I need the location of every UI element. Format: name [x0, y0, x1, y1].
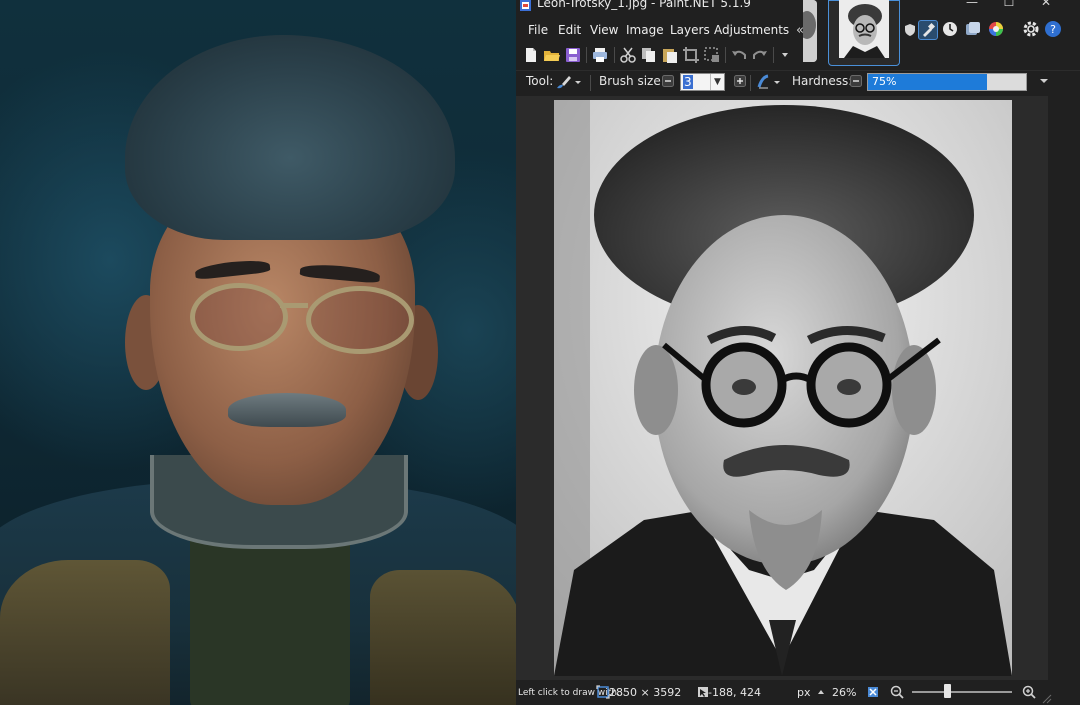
paintnet-app-icon [520, 0, 531, 11]
save-icon[interactable] [564, 46, 582, 64]
zoom-slider-track[interactable] [912, 691, 1012, 693]
brush-size-decrease-icon[interactable] [662, 75, 674, 87]
svg-text:?: ? [1050, 23, 1056, 36]
menu-adjustments[interactable]: Adjustments [714, 20, 789, 40]
maximize-icon: ☐ [1003, 0, 1015, 9]
print-icon[interactable] [591, 46, 609, 64]
paintnet-window: Leon-Trotsky_1.jpg - Paint.NET 5.1.9 — ☐… [516, 0, 1080, 705]
vertical-scrollbar[interactable] [1048, 96, 1080, 680]
menu-image[interactable]: Image [626, 20, 664, 40]
layers-icon[interactable] [964, 20, 982, 38]
undo-icon[interactable] [730, 46, 748, 64]
copy-icon[interactable] [640, 46, 658, 64]
zoom-slider-thumb[interactable] [944, 684, 951, 698]
open-folder-icon[interactable] [543, 46, 561, 64]
hardness-decrease-icon[interactable] [850, 75, 862, 87]
new-file-icon[interactable] [522, 46, 540, 64]
menu-layers[interactable]: Layers [670, 20, 710, 40]
cursor-position: -188, 424 [708, 686, 761, 699]
maximize-button[interactable]: ☐ [991, 0, 1027, 11]
character-glasses-right [306, 286, 414, 354]
trotsky-photo [554, 100, 1012, 676]
canvas-area[interactable] [516, 96, 1048, 680]
character-mustache [228, 393, 346, 427]
image-size: 2850 × 3592 [609, 686, 682, 699]
status-bar: Left click to draw with... 2850 × 3592 -… [516, 680, 1080, 705]
hardness-slider[interactable]: 75% [867, 73, 1027, 91]
minimize-button[interactable]: — [954, 0, 990, 11]
brush-size-input[interactable]: 3 ▼ [680, 73, 725, 91]
thumbnail-active-picture [839, 0, 889, 58]
brush-size-increase-icon[interactable] [734, 75, 746, 87]
zoom-out-icon[interactable] [890, 685, 904, 699]
chevron-down-icon[interactable]: ▼ [710, 74, 724, 90]
redo-icon[interactable] [751, 46, 769, 64]
tool-label: Tool: [526, 74, 554, 88]
units-dropdown-icon[interactable] [817, 688, 825, 696]
toolbar-separator [773, 47, 774, 63]
minimize-icon: — [966, 0, 978, 9]
shield-icon[interactable] [904, 23, 916, 37]
tool-selector[interactable] [554, 72, 584, 92]
image-thumbnail-active[interactable] [828, 0, 900, 66]
main-toolbar [516, 44, 816, 66]
paintbrush-icon [557, 76, 581, 89]
cut-icon[interactable] [619, 46, 637, 64]
tool-options-bar: Tool: Brush size: 3 ▼ Hardness: 75% [516, 70, 1080, 95]
zoom-in-icon[interactable] [1022, 685, 1036, 699]
toolbar-separator [614, 47, 615, 63]
deselect-icon[interactable] [703, 46, 721, 64]
menu-view[interactable]: View [590, 20, 618, 40]
hardness-label: Hardness: [792, 74, 853, 88]
paste-icon[interactable] [661, 46, 679, 64]
toolbar-separator [725, 47, 726, 63]
toolbar-separator [586, 47, 587, 63]
units-selector[interactable]: px [797, 686, 811, 699]
crop-icon[interactable] [682, 46, 700, 64]
window-toggle-icons: ? [904, 20, 1080, 42]
hardness-value: 75% [872, 75, 897, 88]
menu-edit[interactable]: Edit [558, 20, 581, 40]
help-icon[interactable]: ? [1044, 20, 1062, 38]
more-dropdown-icon[interactable] [780, 46, 790, 64]
settings-icon[interactable] [1022, 20, 1040, 38]
game-character-image [0, 0, 518, 705]
history-icon[interactable] [941, 20, 959, 38]
options-more-icon[interactable] [1039, 77, 1049, 85]
character-shoulder-right [370, 570, 518, 705]
resize-grip-icon[interactable] [1042, 694, 1052, 704]
window-title: Leon-Trotsky_1.jpg - Paint.NET 5.1.9 [537, 0, 751, 10]
brush-size-label: Brush size: [599, 74, 665, 88]
character-glasses-bridge [280, 303, 308, 308]
image-size-icon [596, 685, 610, 699]
antialiasing-selector[interactable] [756, 73, 784, 91]
zoom-to-window-icon[interactable] [866, 685, 880, 699]
toolbar-separator [750, 75, 751, 91]
toolbar-separator [590, 75, 591, 91]
character-shoulder-left [0, 560, 170, 705]
tools-window-button[interactable] [918, 20, 938, 40]
zoom-level[interactable]: 26% [832, 686, 856, 699]
colors-icon[interactable] [987, 20, 1005, 38]
tools-icon [923, 22, 936, 37]
character-glasses-left [190, 283, 288, 351]
title-bar[interactable]: Leon-Trotsky_1.jpg - Paint.NET 5.1.9 — ☐… [516, 0, 1080, 14]
menu-file[interactable]: File [528, 20, 548, 40]
character-hair [125, 35, 455, 240]
antialiasing-icon [757, 74, 780, 89]
close-icon: ✕ [1040, 0, 1052, 9]
close-button[interactable]: ✕ [1028, 0, 1064, 11]
brush-size-value: 3 [683, 75, 693, 89]
